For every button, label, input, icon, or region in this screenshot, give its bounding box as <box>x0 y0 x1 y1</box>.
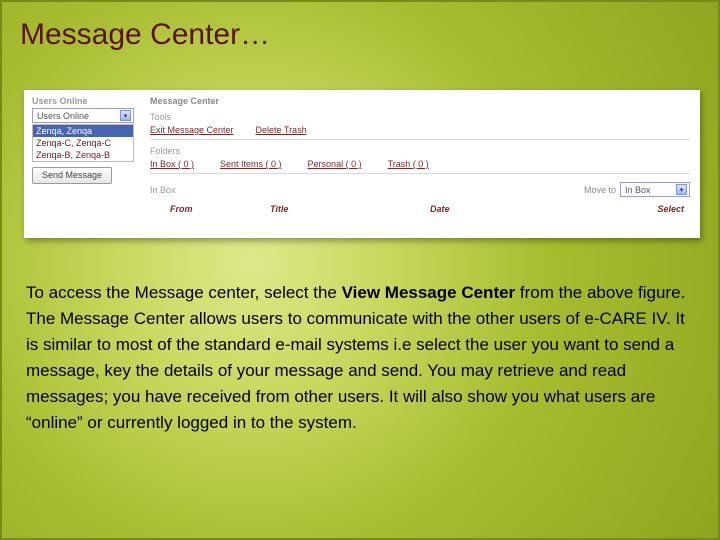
list-item[interactable]: Zenqa-B, Zenqa-B <box>33 149 133 161</box>
inbox-label: In Box <box>150 185 176 195</box>
list-item[interactable]: Zenqa-C, Zenqa-C <box>33 137 133 149</box>
move-to-group: Move to In Box ▾ <box>584 182 690 198</box>
inbox-folder-link[interactable]: In Box ( 0 ) <box>150 159 194 169</box>
user-list[interactable]: Zenqa, Zenqa Zenqa-C, Zenqa-C Zenqa-B, Z… <box>32 124 134 162</box>
users-online-sidebar: Users Online Users Online ▾ Zenqa, Zenqa… <box>24 90 142 238</box>
body-text-a: To access the Message center, select the <box>26 283 342 302</box>
delete-trash-link[interactable]: Delete Trash <box>256 125 307 135</box>
sent-items-folder-link[interactable]: Sent Items ( 0 ) <box>220 159 282 169</box>
main-title: Message Center <box>150 96 690 106</box>
sidebar-title: Users Online <box>32 96 136 106</box>
header-title[interactable]: Title <box>270 204 430 214</box>
chevron-down-icon: ▾ <box>120 110 131 121</box>
list-item[interactable]: Zenqa, Zenqa <box>33 125 133 137</box>
chevron-down-icon: ▾ <box>676 184 687 195</box>
exit-message-center-link[interactable]: Exit Message Center <box>150 125 234 135</box>
tools-row: Exit Message Center Delete Trash <box>150 125 690 140</box>
tools-label: Tools <box>150 112 690 122</box>
users-online-select[interactable]: Users Online ▾ <box>32 108 134 123</box>
body-text-bold: View Message Center <box>342 283 516 302</box>
header-select: Select <box>630 204 690 214</box>
send-message-button[interactable]: Send Message <box>32 167 112 184</box>
move-to-select[interactable]: In Box ▾ <box>620 182 690 197</box>
header-from[interactable]: From <box>150 204 270 214</box>
slide: Message Center… Users Online Users Onlin… <box>0 0 720 540</box>
body-paragraph: To access the Message center, select the… <box>26 280 686 436</box>
move-to-label: Move to <box>584 185 616 195</box>
folders-label: Folders <box>150 146 690 156</box>
move-to-value: In Box <box>625 185 651 195</box>
folders-row: In Box ( 0 ) Sent Items ( 0 ) Personal (… <box>150 159 690 174</box>
personal-folder-link[interactable]: Personal ( 0 ) <box>308 159 362 169</box>
page-title: Message Center… <box>20 18 270 52</box>
trash-folder-link[interactable]: Trash ( 0 ) <box>388 159 429 169</box>
select-value: Users Online <box>37 111 89 121</box>
body-text-c: from the above figure. The Message Cente… <box>26 283 685 432</box>
inbox-bar: In Box Move to In Box ▾ <box>150 182 690 198</box>
header-date[interactable]: Date <box>430 204 630 214</box>
message-list-headers: From Title Date Select <box>150 204 690 214</box>
message-center-main: Message Center Tools Exit Message Center… <box>142 90 700 238</box>
app-screenshot: Users Online Users Online ▾ Zenqa, Zenqa… <box>24 90 700 238</box>
